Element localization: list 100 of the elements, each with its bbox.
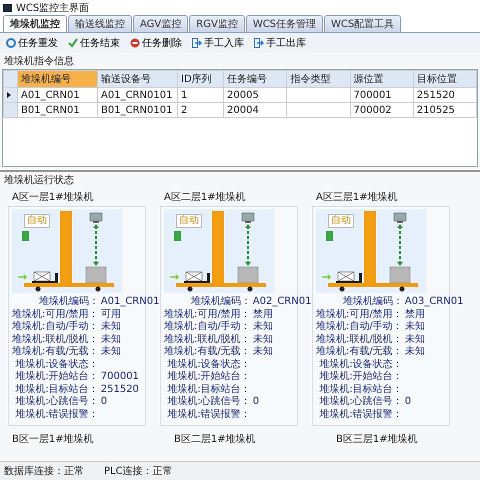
toolbar-button[interactable]: 手工入库 (190, 35, 246, 51)
row-pointer-icon (7, 92, 11, 98)
tab[interactable]: WCS任务管理 (246, 15, 324, 32)
column-header[interactable]: 堆垛机编号 (18, 70, 98, 88)
table-cell: 251520 (413, 88, 476, 102)
field-label: 堆垛机:联机/脱机： (316, 334, 403, 346)
field-label: 堆垛机:错误报警： (14, 408, 99, 421)
status-text: 数据库连接：正常 (4, 464, 84, 478)
field-label: 堆垛机:错误报警： (166, 408, 251, 421)
mode-badge: 自动 (328, 214, 354, 228)
field-label: 堆垛机:自动/手动： (12, 321, 99, 334)
field-value: 0 (100, 396, 108, 408)
field-value: 未知 (252, 334, 274, 346)
table-cell: B01_CRN01 (18, 102, 98, 118)
column-header[interactable]: 源位置 (350, 70, 414, 88)
field-value: 未知 (100, 321, 122, 334)
column-header[interactable]: 任务编号 (224, 70, 287, 88)
field-label: 堆垛机:开始站台： (318, 371, 403, 384)
delete-icon (130, 38, 140, 48)
field-label: 堆垛机:有载/无载： (316, 346, 403, 358)
field-label: 堆垛机:目标站台： (318, 384, 403, 396)
table-cell: A01_CRN01 (18, 88, 98, 102)
field-label: 堆垛机:目标站台： (166, 384, 251, 396)
field-value: A03_CRN01 (404, 296, 464, 308)
field-label: 堆垛机:开始站台： (14, 371, 99, 384)
field-value: 251520 (100, 384, 140, 396)
field-value: 未知 (100, 334, 122, 346)
check-icon (68, 38, 78, 48)
field-label: 堆垛机:设备状态： (166, 358, 251, 370)
column-header[interactable]: ID序列 (178, 70, 224, 88)
field-label: 堆垛机:可用/禁用： (316, 308, 403, 320)
stacker-title: B区二层1#堆垛机 (173, 432, 257, 447)
field-value: 未知 (404, 346, 426, 358)
field-label: 堆垛机:有载/无载： (164, 346, 251, 358)
refresh-icon (6, 38, 16, 48)
table-cell: 700001 (350, 88, 414, 102)
table-cell: B01_CRN0101 (98, 102, 178, 118)
table-cell: 210525 (413, 102, 476, 118)
column-header[interactable]: 指令类型 (286, 70, 350, 88)
field-value: 可用 (100, 308, 122, 320)
field-label: 堆垛机:开始站台： (166, 371, 251, 384)
tab[interactable]: 输送线监控 (68, 15, 132, 32)
table-cell: A01_CRN0101 (98, 88, 178, 102)
field-label: 堆垛机编码： (342, 296, 403, 308)
toolbar-button[interactable]: 手工出库 (252, 35, 308, 51)
tab[interactable]: WCS配置工具 (324, 15, 402, 32)
arrow-icon (254, 38, 264, 48)
field-value: 未知 (404, 334, 426, 346)
field-label: 堆垛机:可用/禁用： (12, 308, 99, 320)
status-text: PLC连接：正常 (104, 464, 173, 478)
section-title: 堆垛机指令信息 (3, 54, 75, 69)
field-label: 堆垛机:可用/禁用： (164, 308, 251, 320)
field-label: 堆垛机:有载/无载： (12, 346, 99, 358)
field-label: 堆垛机:错误报警： (318, 408, 403, 421)
field-value: 0 (252, 396, 260, 408)
field-label: 堆垛机:心跳信号： (14, 396, 99, 408)
field-value: 未知 (100, 346, 122, 358)
field-label: 堆垛机:心跳信号： (318, 396, 403, 408)
toolbar-button[interactable]: 任务删除 (128, 35, 184, 51)
field-label: 堆垛机编码： (38, 296, 99, 308)
field-value: 0 (404, 396, 412, 408)
arrow-icon (192, 38, 202, 48)
table-cell: 700002 (350, 102, 414, 118)
table-cell: 20005 (224, 88, 287, 102)
stacker-title: A区一层1#堆垛机 (11, 190, 95, 205)
column-header[interactable]: 目标位置 (413, 70, 476, 88)
toolbar-button[interactable]: 任务重发 (4, 35, 60, 51)
tab[interactable]: 堆垛机监控 (3, 15, 67, 32)
window-title: WCS监控主界面 (16, 2, 90, 14)
header-corner (4, 70, 18, 88)
field-label: 堆垛机:目标站台： (14, 384, 99, 396)
field-label: 堆垛机:心跳信号： (166, 396, 251, 408)
field-label: 堆垛机:联机/脱机： (164, 334, 251, 346)
tab[interactable]: AGV监控 (133, 15, 188, 32)
tab[interactable]: RGV监控 (189, 15, 245, 32)
field-value: 禁用 (404, 308, 426, 320)
stacker-title: A区三层1#堆垛机 (315, 190, 399, 205)
field-value: 未知 (252, 321, 274, 334)
table-cell: 1 (178, 88, 224, 102)
mode-badge: 自动 (176, 214, 202, 228)
field-value: 未知 (404, 321, 426, 334)
field-label: 堆垛机:设备状态： (14, 358, 99, 370)
table-cell: 2 (178, 102, 224, 118)
field-label: 堆垛机:自动/手动： (164, 321, 251, 334)
field-label: 堆垛机编码： (190, 296, 251, 308)
field-label: 堆垛机:设备状态： (318, 358, 403, 370)
row-header[interactable] (4, 88, 18, 102)
table-cell: 20004 (224, 102, 287, 118)
section-title: 堆垛机运行状态 (3, 174, 75, 188)
stacker-title: A区二层1#堆垛机 (163, 190, 247, 205)
toolbar-button[interactable]: 任务结束 (66, 35, 122, 51)
field-value: 未知 (252, 346, 274, 358)
mode-badge: 自动 (24, 214, 50, 228)
field-label: 堆垛机:联机/脱机： (12, 334, 99, 346)
stacker-title: B区一层1#堆垛机 (11, 432, 95, 447)
field-value: 禁用 (252, 308, 274, 320)
field-value: 700001 (100, 371, 140, 384)
field-label: 堆垛机:自动/手动： (316, 321, 403, 334)
column-header[interactable]: 输送设备号 (98, 70, 178, 88)
field-value: A01_CRN01 (100, 296, 160, 308)
